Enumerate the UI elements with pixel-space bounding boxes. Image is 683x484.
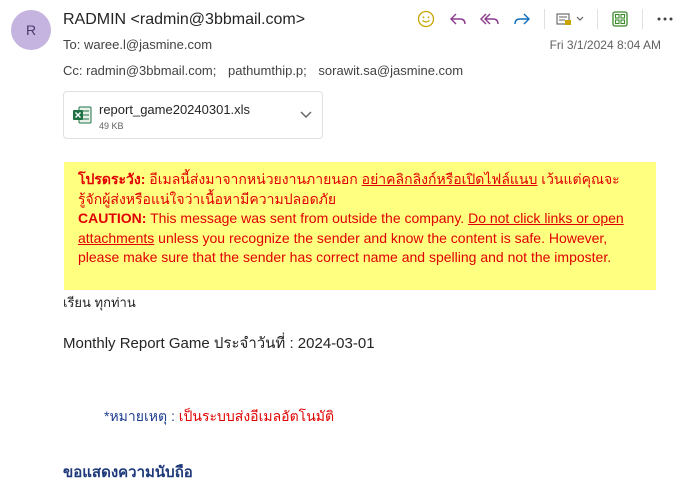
warning-thai-emphasis: อย่าคลิกลิงก์หรือเปิดไฟล์แนบ bbox=[361, 171, 538, 187]
remark-text: เป็นระบบส่งอีเมลอัตโนมัติ bbox=[178, 408, 335, 424]
remark-label: *หมายเหตุ : bbox=[104, 408, 179, 424]
report-line: Monthly Report Game ประจำวันที่ : 2024-0… bbox=[63, 335, 375, 352]
warning-thai-label: โปรดระวัง: bbox=[78, 171, 146, 187]
greeting: เรียน ทุกท่าน bbox=[63, 295, 136, 310]
cc-recipient-2[interactable]: pathumthip.p; bbox=[228, 63, 307, 78]
warning-english-text-2: unless you recognize the sender and know… bbox=[78, 229, 612, 266]
warning-thai-text: อีเมลนี้ส่งมาจากหน่วยงานภายนอก bbox=[145, 171, 362, 187]
external-email-warning: โปรดระวัง: อีเมลนี้ส่งมาจากหน่วยงานภายนอ… bbox=[64, 162, 656, 290]
sent-date: Fri 3/1/2024 8:04 AM bbox=[549, 38, 661, 52]
attachment-card[interactable]: report_game20240301.xls 49 KB bbox=[63, 91, 323, 139]
toolbar-divider bbox=[597, 9, 598, 29]
to-recipient[interactable]: waree.l@jasmine.com bbox=[84, 37, 212, 52]
cc-recipient-3[interactable]: sorawit.sa@jasmine.com bbox=[318, 63, 463, 78]
to-line: To: waree.l@jasmine.com bbox=[63, 37, 212, 52]
message-toolbar bbox=[410, 8, 681, 30]
chevron-down-icon[interactable] bbox=[298, 106, 314, 127]
excel-file-icon bbox=[72, 106, 92, 129]
more-icon[interactable] bbox=[649, 8, 681, 30]
warning-english-text: This message was sent from outside the c… bbox=[146, 210, 469, 226]
warning-thai: โปรดระวัง: อีเมลนี้ส่งมาจากหน่วยงานภายนอ… bbox=[78, 170, 642, 209]
cc-line: Cc: radmin@3bbmail.com; pathumthip.p; so… bbox=[63, 63, 463, 78]
move-to-icon[interactable] bbox=[551, 8, 591, 30]
sender-name[interactable]: RADMIN <radmin@3bbmail.com> bbox=[63, 11, 305, 29]
cc-label: Cc: bbox=[63, 63, 83, 78]
reply-icon[interactable] bbox=[442, 8, 474, 30]
cc-recipient-1[interactable]: radmin@3bbmail.com; bbox=[86, 63, 216, 78]
attachment-name: report_game20240301.xls bbox=[99, 102, 251, 117]
warning-english-label: CAUTION: bbox=[78, 210, 147, 226]
remark: *หมายเหตุ : เป็นระบบส่งอีเมลอัตโนมัติ bbox=[104, 406, 334, 428]
apps-icon[interactable] bbox=[604, 8, 636, 30]
to-label: To: bbox=[63, 37, 81, 52]
toolbar-divider bbox=[642, 9, 643, 29]
closing-thanks: ขอแสดงความนับถือ bbox=[63, 464, 193, 481]
emoji-icon[interactable] bbox=[410, 8, 442, 30]
attachment-size: 49 KB bbox=[99, 121, 124, 131]
toolbar-divider bbox=[544, 9, 545, 29]
warning-english: CAUTION: This message was sent from outs… bbox=[78, 209, 642, 268]
sender-avatar[interactable]: R bbox=[11, 10, 51, 50]
forward-icon[interactable] bbox=[506, 8, 538, 30]
avatar-initial: R bbox=[25, 22, 37, 38]
reply-all-icon[interactable] bbox=[474, 8, 506, 30]
